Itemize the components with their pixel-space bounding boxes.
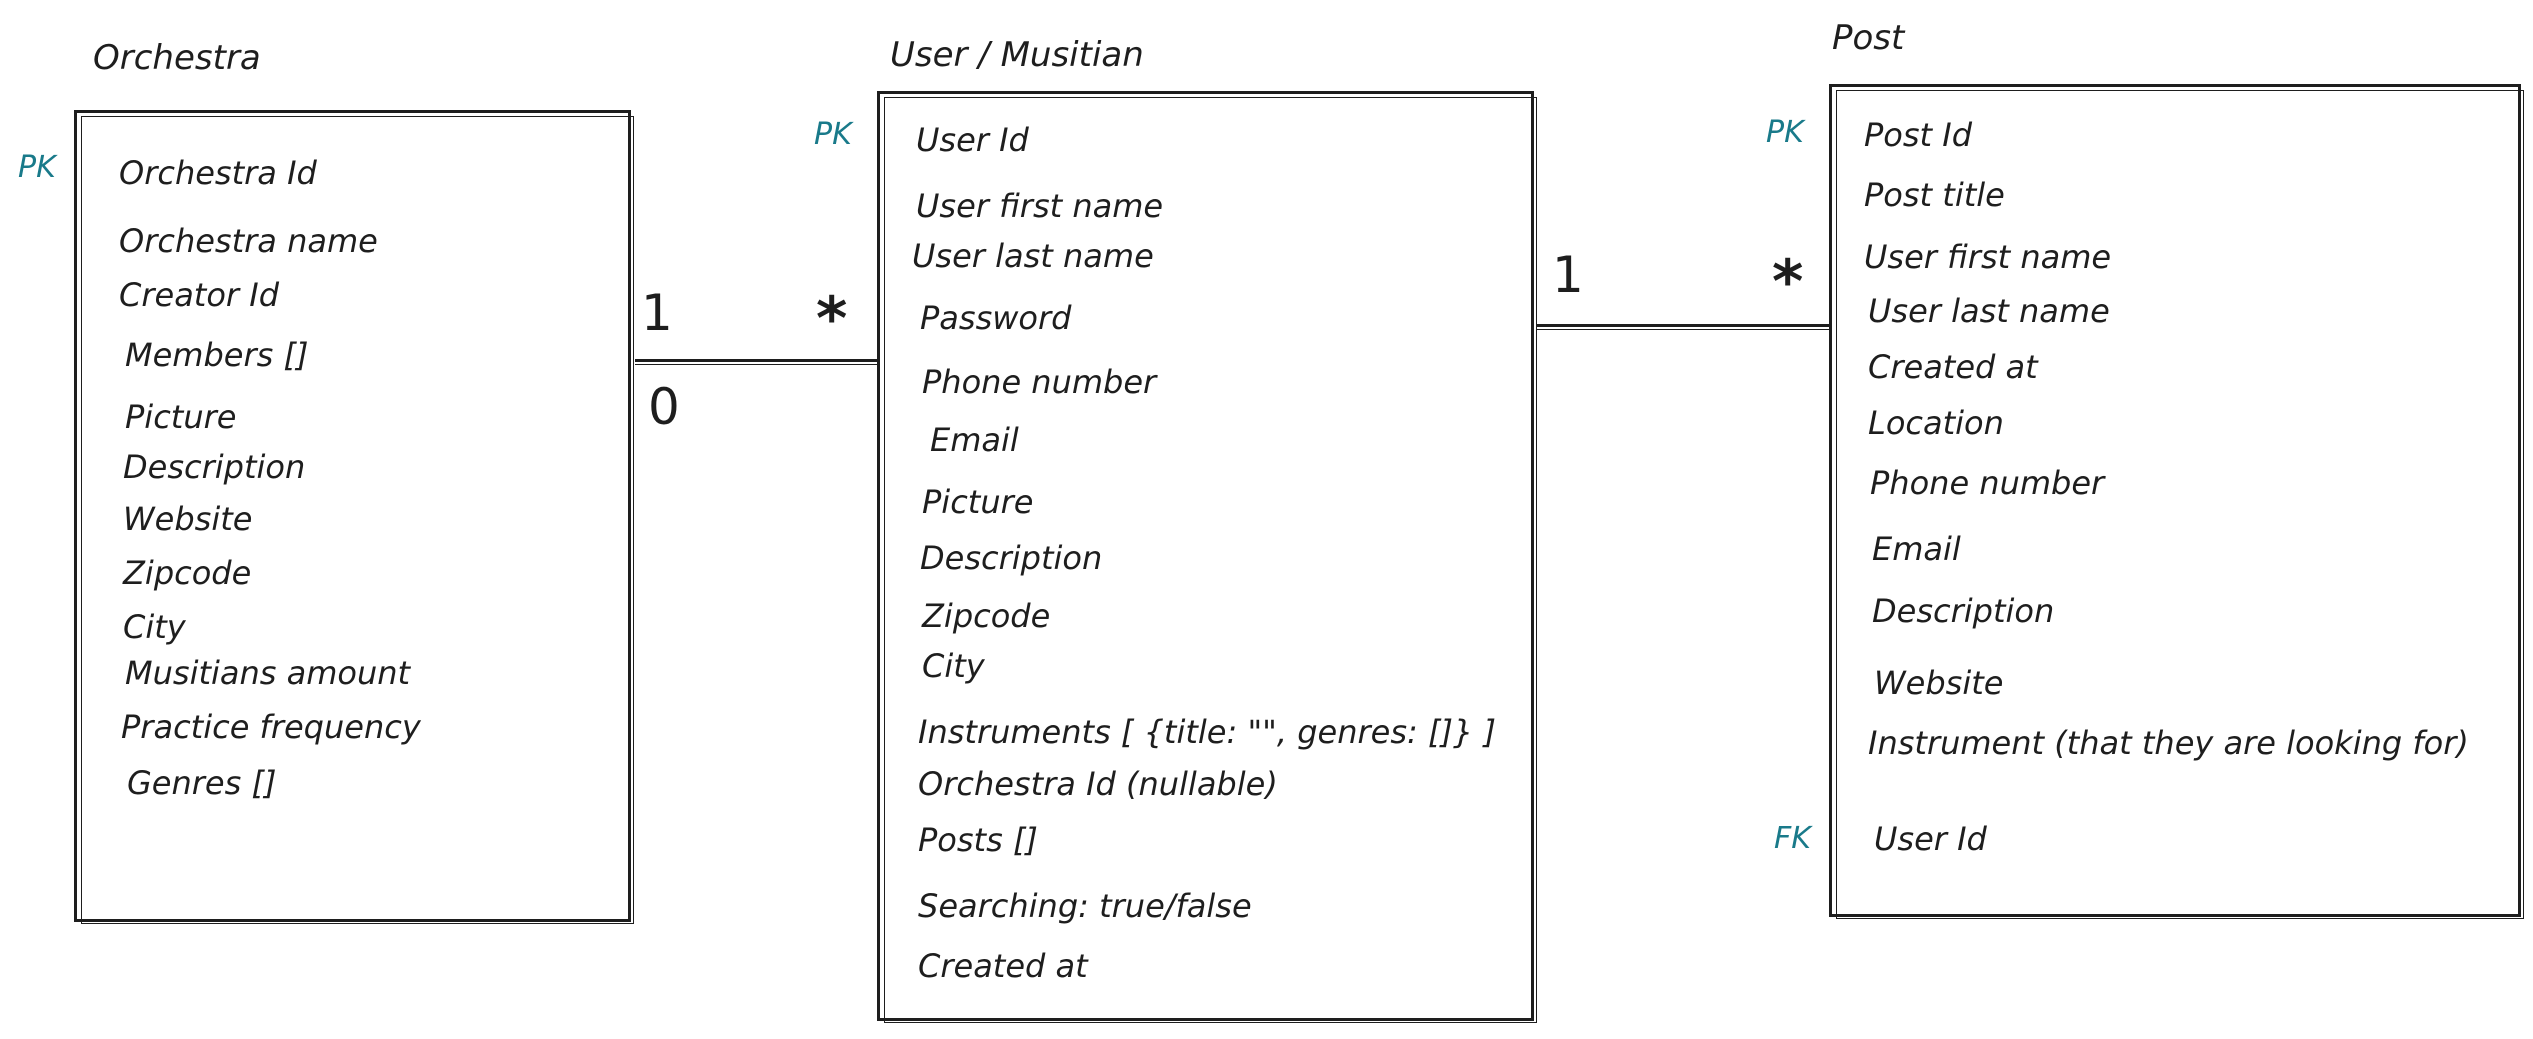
user-entity-title: User / Musitian — [890, 35, 1144, 75]
user-entity-box: User Id User first name User last name P… — [877, 91, 1537, 1023]
orchestra-user-connector — [635, 359, 880, 365]
orchestra-field: Practice frequency — [121, 708, 421, 746]
post-field: Description — [1872, 592, 2055, 630]
post-pk-marker: PK — [1766, 115, 1804, 150]
post-field: Website — [1874, 664, 2004, 702]
orchestra-field: City — [123, 608, 186, 646]
orchestra-pk-marker: PK — [18, 150, 56, 185]
post-field: Phone number — [1870, 464, 2105, 502]
orchestra-field: Orchestra name — [119, 222, 378, 260]
orchestra-field: Website — [123, 500, 253, 538]
orchestra-side-cardinality-zero: 0 — [648, 378, 680, 436]
orchestra-field: Genres [] — [127, 764, 277, 802]
post-field: Location — [1868, 404, 2004, 442]
post-field: Post title — [1864, 176, 2005, 214]
user-field: City — [922, 647, 985, 685]
user-field: Description — [920, 539, 1103, 577]
user-post-connector — [1537, 324, 1833, 330]
orchestra-entity-box: Orchestra Id Orchestra name Creator Id M… — [74, 110, 634, 924]
orchestra-side-cardinality-one: 1 — [641, 284, 673, 342]
user-field: Phone number — [922, 363, 1157, 401]
orchestra-field: Description — [123, 448, 306, 486]
user-field: Posts [] — [918, 821, 1038, 859]
user-pk-marker: PK — [814, 117, 852, 152]
orchestra-field: Creator Id — [119, 276, 279, 314]
user-field: Searching: true/false — [918, 887, 1252, 925]
user-field: User first name — [916, 187, 1164, 225]
user-field: Zipcode — [922, 597, 1051, 635]
orchestra-field: Picture — [125, 398, 237, 436]
user-field: User Id — [916, 121, 1029, 159]
post-field: User Id — [1874, 820, 1987, 858]
post-field: Instrument (that they are looking for) — [1868, 724, 2469, 762]
orchestra-field: Musitians amount — [125, 654, 411, 692]
orchestra-entity-title: Orchestra — [93, 38, 261, 78]
post-field: Email — [1872, 530, 1961, 568]
post-field: User first name — [1864, 238, 2112, 276]
orchestra-field: Members [] — [125, 336, 309, 374]
user-field: User last name — [912, 237, 1154, 275]
user-field: Instruments [ {title: "", genres: []} ] — [918, 713, 1496, 751]
orchestra-field: Zipcode — [123, 554, 252, 592]
orchestra-field: Orchestra Id — [119, 154, 317, 192]
user-field: Email — [930, 421, 1019, 459]
post-fk-marker: FK — [1774, 821, 1811, 856]
user-side-cardinality-one: 1 — [1552, 246, 1584, 304]
user-field: Created at — [918, 947, 1088, 985]
post-field: User last name — [1868, 292, 2110, 330]
post-field: Created at — [1868, 348, 2038, 386]
post-entity-title: Post — [1832, 18, 1905, 58]
user-side-cardinality-many: * — [816, 284, 848, 354]
user-field: Orchestra Id (nullable) — [918, 765, 1278, 803]
user-field: Password — [920, 299, 1072, 337]
post-side-cardinality-many: * — [1772, 247, 1804, 317]
user-field: Picture — [922, 483, 1034, 521]
post-entity-box: Post Id Post title User first name User … — [1829, 84, 2524, 919]
post-field: Post Id — [1864, 116, 1973, 154]
